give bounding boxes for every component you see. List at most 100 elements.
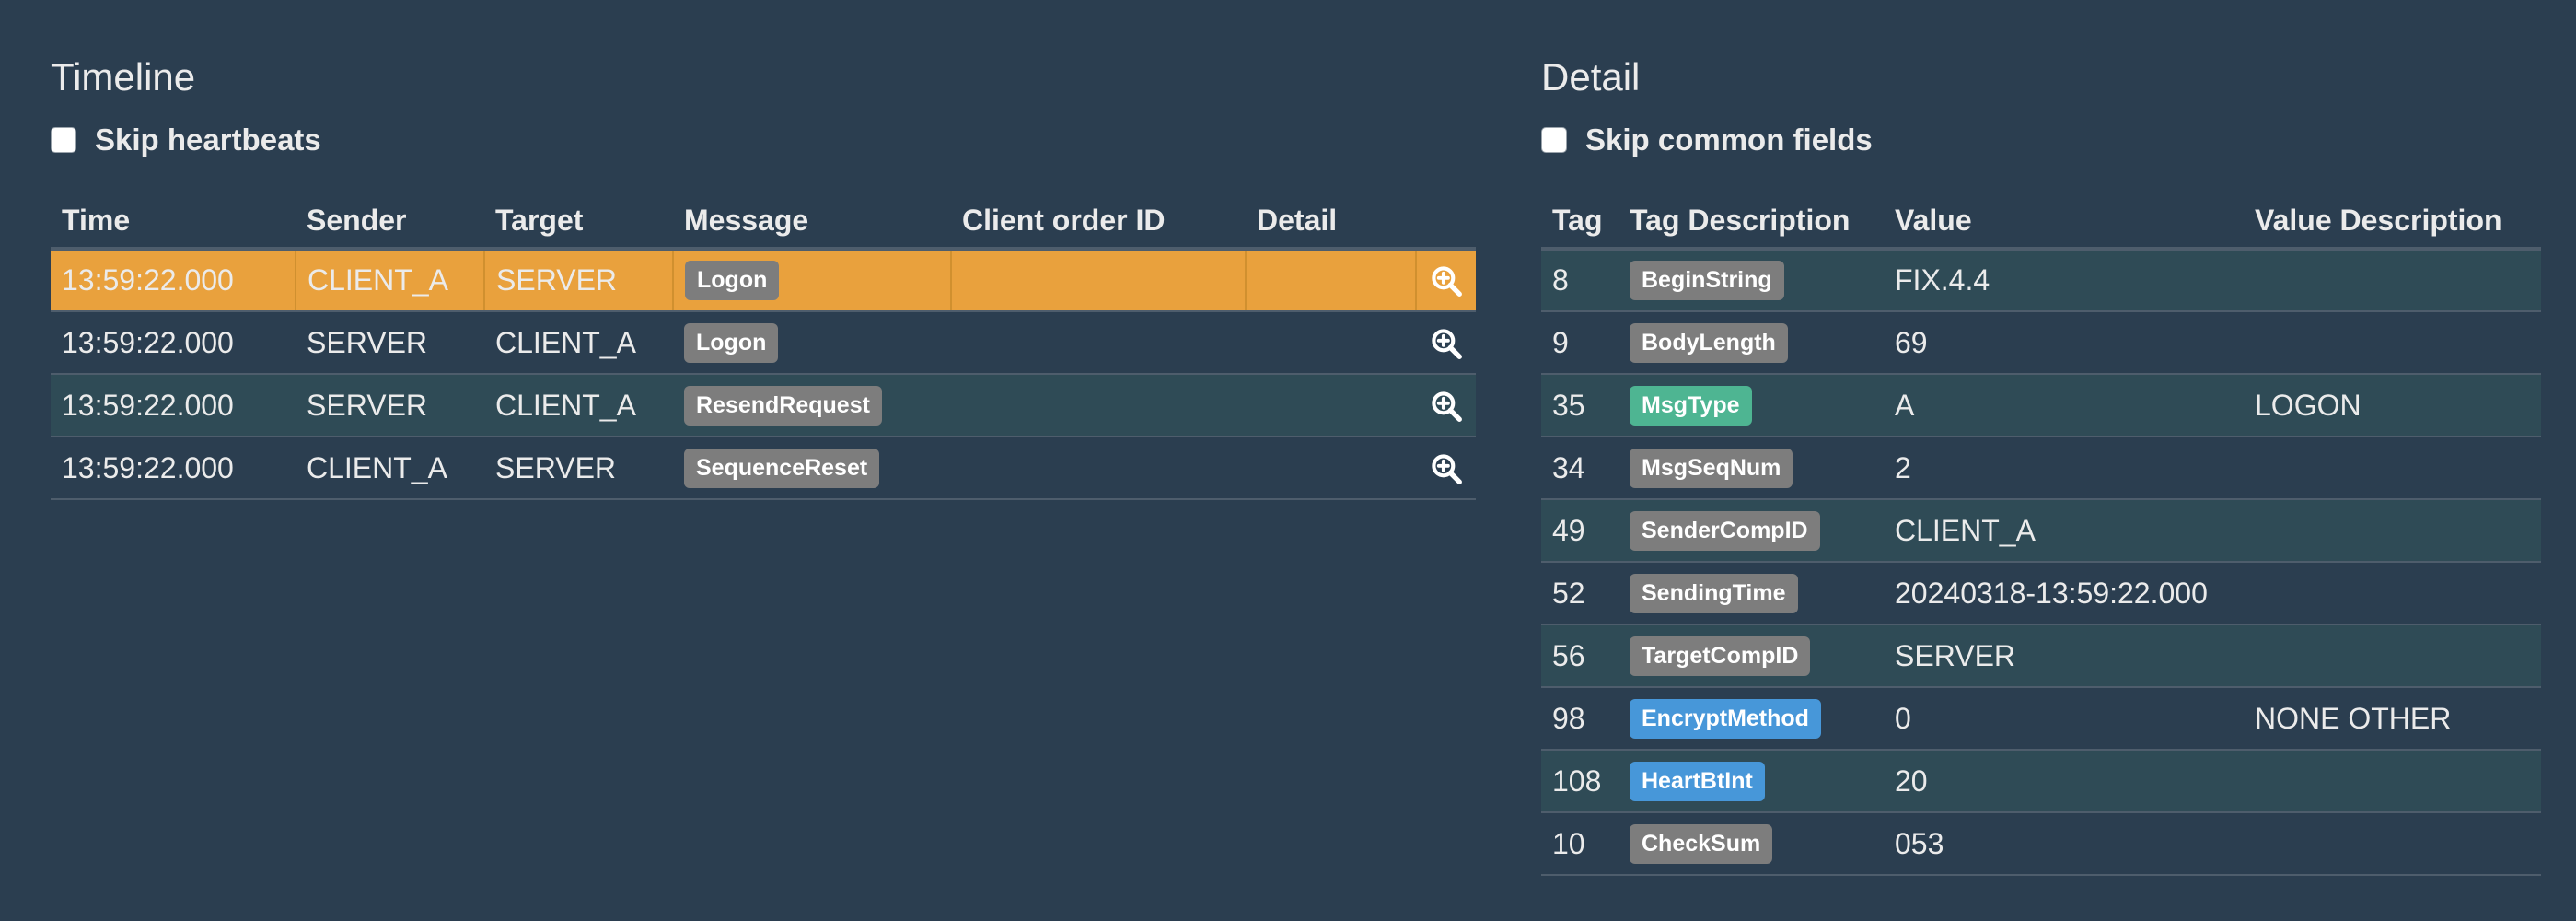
detail-row: 49 SenderCompID CLIENT_A — [1541, 499, 2541, 563]
tag-description-badge: BodyLength — [1630, 322, 1788, 363]
timeline-cell-time: 13:59:22.000 — [51, 249, 296, 312]
timeline-cell-icon — [1416, 311, 1476, 375]
detail-cell-tag-description: HeartBtInt — [1619, 750, 1884, 813]
timeline-cell-client-order-id — [951, 437, 1246, 500]
tag-description-badge: MsgSeqNum — [1630, 448, 1793, 488]
tag-description-badge: SenderCompID — [1630, 510, 1820, 551]
detail-cell-value: CLIENT_A — [1884, 499, 2244, 563]
detail-cell-value-description — [2244, 750, 2541, 813]
detail-row: 8 BeginString FIX.4.4 — [1541, 249, 2541, 312]
skip-common-fields-toggle[interactable]: Skip common fields — [1541, 122, 1873, 157]
timeline-col-icon — [1416, 193, 1476, 251]
detail-cell-value-description — [2244, 624, 2541, 688]
detail-cell-tag: 34 — [1541, 437, 1619, 500]
detail-cell-tag: 52 — [1541, 562, 1619, 625]
timeline-row[interactable]: 13:59:22.000 SERVER CLIENT_A ResendRequest — [51, 374, 1476, 437]
skip-heartbeats-toggle[interactable]: Skip heartbeats — [51, 122, 321, 157]
detail-title: Detail — [1541, 55, 1641, 99]
message-type-badge: Logon — [685, 261, 780, 300]
tag-description-badge: MsgType — [1630, 385, 1752, 426]
detail-cell-tag-description: BodyLength — [1619, 311, 1884, 375]
message-type-badge: ResendRequest — [684, 385, 882, 426]
tag-description-badge: SendingTime — [1630, 573, 1798, 613]
timeline-col-sender: Sender — [296, 193, 484, 251]
detail-row: 52 SendingTime 20240318-13:59:22.000 — [1541, 562, 2541, 625]
detail-cell-tag-description: MsgType — [1619, 374, 1884, 437]
timeline-body: 13:59:22.000 CLIENT_A SERVER Logon 13:59:22.… — [51, 249, 1476, 500]
timeline-col-message: Message — [673, 193, 951, 251]
detail-cell-tag-description: MsgSeqNum — [1619, 437, 1884, 500]
detail-header-row: Tag Tag Description Value Value Descript… — [1541, 193, 2541, 251]
zoom-in-icon[interactable] — [1429, 389, 1464, 424]
timeline-col-detail: Detail — [1246, 193, 1416, 251]
detail-row: 34 MsgSeqNum 2 — [1541, 437, 2541, 500]
timeline-cell-sender: SERVER — [296, 311, 484, 375]
timeline-cell-target: SERVER — [484, 437, 673, 500]
timeline-row[interactable]: 13:59:22.000 SERVER CLIENT_A Logon — [51, 311, 1476, 375]
detail-cell-tag: 35 — [1541, 374, 1619, 437]
detail-row: 9 BodyLength 69 — [1541, 311, 2541, 375]
timeline-col-time: Time — [51, 193, 296, 251]
detail-cell-tag-description: CheckSum — [1619, 812, 1884, 876]
timeline-cell-detail — [1246, 437, 1416, 500]
detail-cell-value: 2 — [1884, 437, 2244, 500]
timeline-cell-message: SequenceReset — [673, 437, 951, 500]
detail-col-tag: Tag — [1541, 193, 1619, 251]
detail-row: 10 CheckSum 053 — [1541, 812, 2541, 876]
timeline-row[interactable]: 13:59:22.000 CLIENT_A SERVER SequenceReset — [51, 437, 1476, 500]
detail-cell-value: A — [1884, 374, 2244, 437]
detail-cell-value-description — [2244, 437, 2541, 500]
detail-cell-tag-description: SenderCompID — [1619, 499, 1884, 563]
timeline-table: Time Sender Target Message Client order … — [51, 193, 1476, 500]
detail-row: 108 HeartBtInt 20 — [1541, 750, 2541, 813]
skip-common-fields-label: Skip common fields — [1585, 122, 1873, 157]
timeline-cell-message: Logon — [673, 311, 951, 375]
timeline-cell-detail — [1246, 311, 1416, 375]
timeline-cell-icon — [1415, 249, 1476, 312]
timeline-cell-message: ResendRequest — [673, 374, 951, 437]
detail-cell-value-description: NONE OTHER — [2244, 687, 2541, 751]
detail-cell-value: SERVER — [1884, 624, 2244, 688]
detail-cell-value: 0 — [1884, 687, 2244, 751]
detail-cell-value-description — [2244, 812, 2541, 876]
tag-description-badge: CheckSum — [1630, 823, 1773, 864]
detail-cell-tag: 10 — [1541, 812, 1619, 876]
message-type-badge: Logon — [684, 322, 779, 363]
zoom-in-icon[interactable] — [1429, 451, 1464, 486]
tag-description-badge: BeginString — [1630, 261, 1784, 300]
zoom-in-icon[interactable] — [1429, 263, 1464, 298]
timeline-cell-sender: SERVER — [296, 374, 484, 437]
detail-col-value: Value — [1884, 193, 2244, 251]
timeline-cell-time: 13:59:22.000 — [51, 437, 296, 500]
detail-cell-tag: 108 — [1541, 750, 1619, 813]
detail-body: 8 BeginString FIX.4.4 9 BodyLength 69 35 MsgTyp… — [1541, 249, 2541, 876]
skip-heartbeats-label: Skip heartbeats — [95, 122, 321, 157]
detail-table: Tag Tag Description Value Value Descript… — [1541, 193, 2541, 876]
detail-col-value-description: Value Description — [2244, 193, 2541, 251]
timeline-cell-detail — [1245, 249, 1416, 312]
timeline-cell-client-order-id — [951, 311, 1246, 375]
detail-cell-value: 20240318-13:59:22.000 — [1884, 562, 2244, 625]
timeline-cell-client-order-id — [950, 249, 1246, 312]
timeline-cell-message: Logon — [672, 249, 951, 312]
detail-cell-tag-description: EncryptMethod — [1619, 687, 1884, 751]
detail-cell-value: 69 — [1884, 311, 2244, 375]
detail-cell-value: 053 — [1884, 812, 2244, 876]
zoom-in-icon[interactable] — [1429, 326, 1464, 361]
timeline-cell-sender: CLIENT_A — [295, 249, 484, 312]
timeline-header-row: Time Sender Target Message Client order … — [51, 193, 1476, 251]
detail-cell-value-description — [2244, 249, 2541, 312]
detail-cell-value-description — [2244, 562, 2541, 625]
detail-row: 35 MsgType A LOGON — [1541, 374, 2541, 437]
timeline-cell-target: CLIENT_A — [484, 374, 673, 437]
timeline-cell-time: 13:59:22.000 — [51, 374, 296, 437]
skip-heartbeats-checkbox[interactable] — [51, 127, 76, 153]
detail-cell-tag-description: SendingTime — [1619, 562, 1884, 625]
detail-cell-tag-description: BeginString — [1619, 249, 1884, 312]
timeline-col-client-order-id: Client order ID — [951, 193, 1246, 251]
timeline-cell-detail — [1246, 374, 1416, 437]
skip-common-fields-checkbox[interactable] — [1541, 127, 1567, 153]
detail-cell-tag: 49 — [1541, 499, 1619, 563]
timeline-row[interactable]: 13:59:22.000 CLIENT_A SERVER Logon — [51, 249, 1476, 312]
detail-cell-tag: 56 — [1541, 624, 1619, 688]
